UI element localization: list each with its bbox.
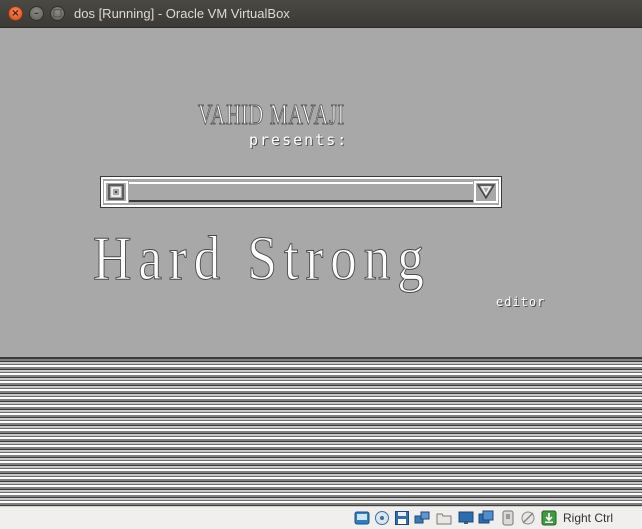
author-name: VAHID MAVAJI xyxy=(198,100,346,132)
panel-divider xyxy=(0,357,642,359)
vm-status-bar: Right Ctrl xyxy=(0,506,642,529)
optical-drive-icon[interactable] xyxy=(374,510,390,526)
left-cap-icon xyxy=(104,181,128,203)
progress-track xyxy=(129,182,473,202)
loading-progress-bar xyxy=(100,176,502,208)
video-capture-icon[interactable] xyxy=(478,510,494,526)
window-maximize-button[interactable]: □ xyxy=(50,6,65,21)
keyboard-capture-icon[interactable] xyxy=(541,510,557,526)
display-icon[interactable] xyxy=(458,510,474,526)
striped-panel xyxy=(0,357,642,506)
mouse-integration-icon[interactable] xyxy=(520,510,536,526)
presents-label: presents: xyxy=(249,131,349,149)
window-close-button[interactable]: × xyxy=(8,6,23,21)
shared-folders-icon[interactable] xyxy=(436,510,452,526)
app-subtitle: editor xyxy=(496,295,546,309)
network-icon[interactable] xyxy=(414,510,430,526)
floppy-icon[interactable] xyxy=(394,510,410,526)
right-cap-icon xyxy=(474,181,498,203)
app-title: Hard Strong xyxy=(93,225,431,293)
vm-guest-screen[interactable]: VAHID MAVAJI presents: Hard Strong edito… xyxy=(0,28,642,506)
host-key-label: Right Ctrl xyxy=(563,511,614,525)
window-title: dos [Running] - Oracle VM VirtualBox xyxy=(74,6,290,21)
window-title-bar[interactable]: × – □ dos [Running] - Oracle VM VirtualB… xyxy=(0,0,642,28)
window-minimize-button[interactable]: – xyxy=(29,6,44,21)
usb-icon[interactable] xyxy=(500,510,516,526)
hard-disk-icon[interactable] xyxy=(354,510,370,526)
